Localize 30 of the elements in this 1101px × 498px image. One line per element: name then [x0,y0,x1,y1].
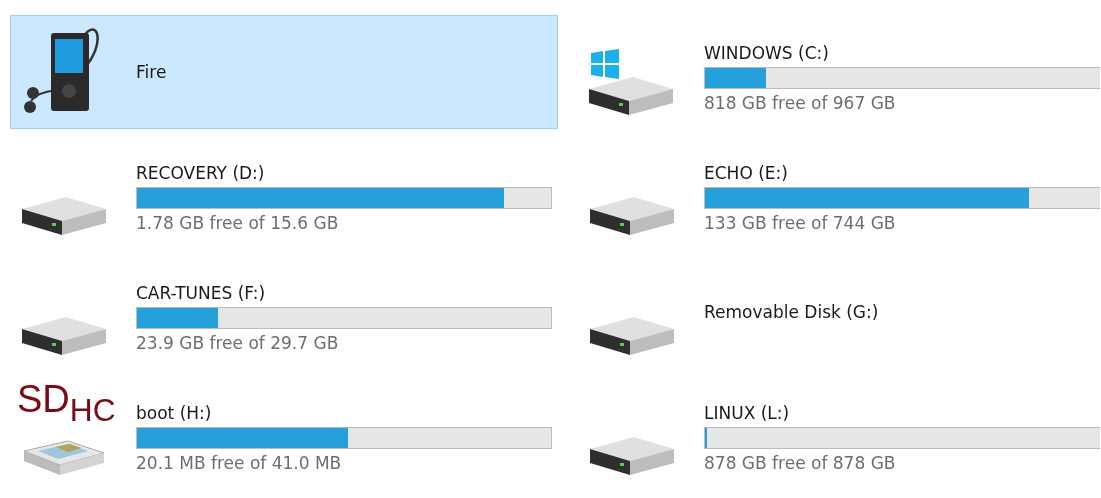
drive-tile[interactable]: ECHO (E:) 133 GB free of 744 GB [578,135,1101,249]
hard-drive-icon [21,196,107,236]
hard-drive-icon [589,436,675,476]
drive-name: RECOVERY (D:) [136,163,266,183]
drive-tile[interactable]: CAR-TUNES (F:) 23.9 GB free of 29.7 GB [10,255,558,369]
free-space-text: 1.78 GB free of 15.6 GB [136,213,340,233]
free-space-text: 23.9 GB free of 29.7 GB [136,333,340,353]
drive-tile[interactable]: Removable Disk (G:) [578,255,1101,369]
windows-drive-icon [589,48,675,116]
drive-name: Fire [136,62,168,82]
drive-name: CAR-TUNES (F:) [136,283,267,303]
drive-name: LINUX (L:) [704,403,791,423]
hard-drive-icon [589,316,675,356]
drive-name: boot (H:) [136,403,213,423]
drive-name: WINDOWS (C:) [704,43,830,63]
free-space-text: 20.1 MB free of 41.0 MB [136,453,343,473]
drive-name: ECHO (E:) [704,163,789,183]
drive-tile[interactable]: RECOVERY (D:) 1.78 GB free of 15.6 GB [10,135,558,249]
drive-tile[interactable]: SD$_{HC}$ boot (H:) 20.1 MB free of 41.0 MB [10,375,558,489]
free-space-text: 878 GB free of 878 GB [704,453,897,473]
drive-tile[interactable]: LINUX (L:) 878 GB free of 878 GB [578,375,1101,489]
free-space-text: 818 GB free of 967 GB [704,93,897,113]
drive-tile[interactable]: WINDOWS (C:) 818 GB free of 967 GB [578,15,1101,129]
sd-card-label: SD$_{HC}$ [17,380,116,427]
hard-drive-icon [589,196,675,236]
sd-card-icon [21,440,107,476]
drive-tile[interactable]: Fire [10,15,558,129]
free-space-text: 133 GB free of 744 GB [704,213,897,233]
hard-drive-icon [21,316,107,356]
drive-name: Removable Disk (G:) [704,302,880,322]
